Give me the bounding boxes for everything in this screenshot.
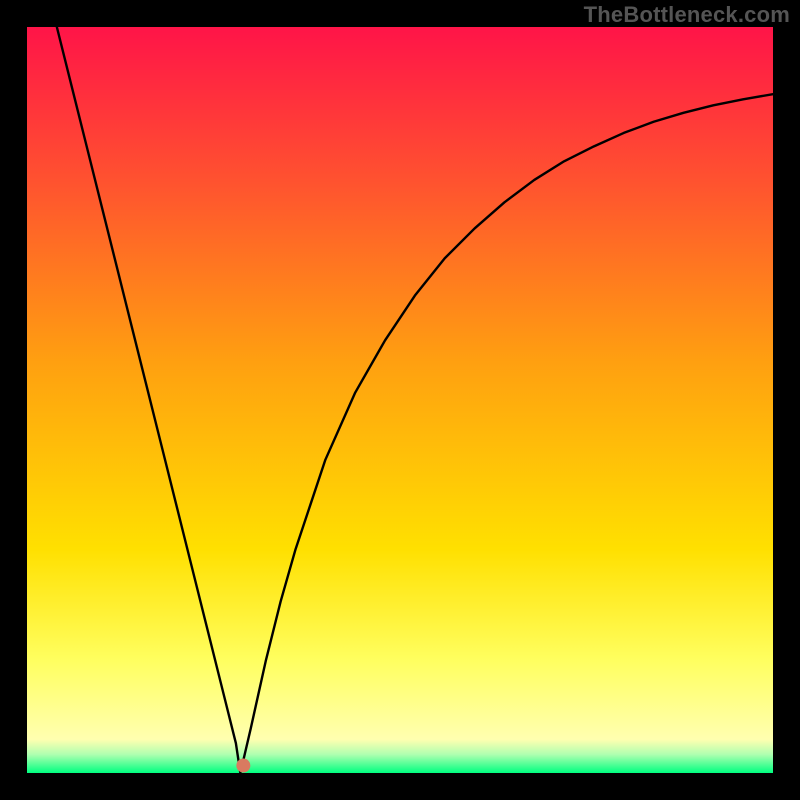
chart-frame: TheBottleneck.com (0, 0, 800, 800)
watermark-text: TheBottleneck.com (584, 2, 790, 28)
plot-svg (27, 27, 773, 773)
plot-background (27, 27, 773, 773)
marker-dot (236, 759, 250, 773)
plot-area (27, 27, 773, 773)
